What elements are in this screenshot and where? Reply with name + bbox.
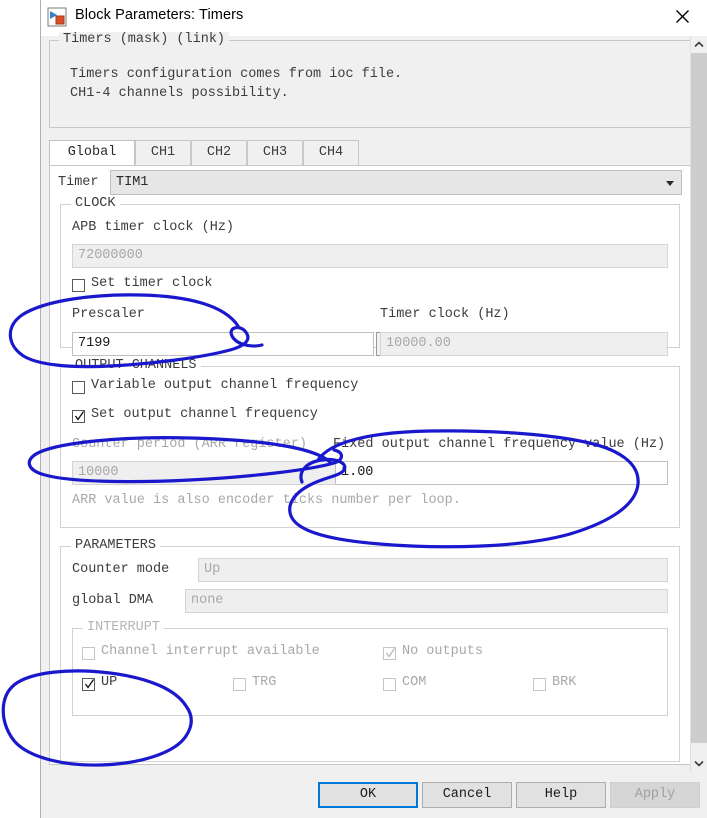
mask-group-legend: Timers (mask) (link) <box>59 32 230 47</box>
simulink-block-icon <box>47 7 67 27</box>
fixed-output-frequency-field[interactable]: 1.00 <box>335 461 668 485</box>
counter-period-label: Counter period (ARR register) <box>72 437 307 452</box>
tab-global[interactable]: Global <box>49 140 135 166</box>
output-channels-legend: OUTPUT CHANNELS <box>71 358 201 373</box>
check-icon <box>74 411 85 421</box>
up-interrupt-label: UP <box>101 675 118 690</box>
dialog-footer: OK Cancel Help Apply <box>41 772 707 818</box>
timer-label: Timer <box>58 175 99 190</box>
timer-select-value: TIM1 <box>116 175 149 190</box>
no-outputs-checkbox <box>383 647 396 660</box>
up-interrupt-checkbox[interactable] <box>82 678 95 691</box>
timer-clock-label: Timer clock (Hz) <box>380 307 510 322</box>
fixed-output-frequency-label: Fixed output channel frequency value (Hz… <box>333 437 666 452</box>
brk-interrupt-checkbox <box>533 678 546 691</box>
clock-group-legend: CLOCK <box>71 196 120 211</box>
mask-description-group: Timers (mask) (link) Timers configuratio… <box>49 32 694 128</box>
set-output-frequency-checkbox[interactable] <box>72 410 85 423</box>
help-button[interactable]: Help <box>516 782 606 808</box>
tab-ch2[interactable]: CH2 <box>191 140 247 166</box>
block-parameters-dialog: Block Parameters: Timers Timers (mask) (… <box>40 0 707 818</box>
tab-ch1[interactable]: CH1 <box>135 140 191 166</box>
close-icon[interactable] <box>661 0 707 34</box>
interrupt-legend: INTERRUPT <box>83 620 164 635</box>
tab-ch3[interactable]: CH3 <box>247 140 303 166</box>
dialog-body: Timers (mask) (link) Timers configuratio… <box>41 32 707 772</box>
set-timer-clock-checkbox[interactable] <box>72 279 85 292</box>
apply-button: Apply <box>610 782 700 808</box>
tab-global-label: Global <box>67 145 117 160</box>
tab-ch3-label: CH3 <box>262 145 288 160</box>
scroll-up-icon[interactable] <box>691 36 707 53</box>
timer-clock-field: 10000.00 <box>380 332 668 356</box>
check-icon <box>84 679 95 689</box>
set-output-frequency-label: Set output channel frequency <box>91 407 318 422</box>
check-icon <box>385 648 396 658</box>
variable-output-frequency-label: Variable output channel frequency <box>91 378 359 393</box>
mask-description-text: Timers configuration comes from ioc file… <box>70 67 403 101</box>
channel-interrupt-available-label: Channel interrupt available <box>101 644 320 659</box>
prescaler-label: Prescaler <box>72 307 145 322</box>
global-dma-label: global DMA <box>72 593 154 608</box>
apb-timer-clock-field: 72000000 <box>72 244 668 268</box>
chevron-down-icon <box>666 181 674 186</box>
arr-hint-text: ARR value is also encoder ticks number p… <box>72 493 461 508</box>
counter-period-field: 10000 <box>72 461 350 485</box>
prescaler-field[interactable]: 7199 <box>72 332 374 356</box>
tab-strip: Global CH1 CH2 CH3 CH4 <box>49 140 694 166</box>
scrollbar-thumb[interactable] <box>691 53 707 743</box>
counter-mode-label: Counter mode <box>72 562 170 577</box>
trg-interrupt-label: TRG <box>252 675 277 690</box>
global-dma-field: none <box>185 589 668 613</box>
scrollbar-track[interactable] <box>691 53 707 755</box>
interrupt-group: INTERRUPT <box>72 620 668 716</box>
tab-ch2-label: CH2 <box>206 145 232 160</box>
ok-button[interactable]: OK <box>318 782 418 808</box>
com-interrupt-label: COM <box>402 675 427 690</box>
tab-ch1-label: CH1 <box>150 145 176 160</box>
no-outputs-label: No outputs <box>402 644 484 659</box>
tab-ch4[interactable]: CH4 <box>303 140 359 166</box>
window-title: Block Parameters: Timers <box>75 7 244 23</box>
variable-output-frequency-checkbox[interactable] <box>72 381 85 394</box>
channel-interrupt-available-checkbox <box>82 647 95 660</box>
counter-mode-field: Up <box>198 558 668 582</box>
tab-ch4-label: CH4 <box>318 145 344 160</box>
brk-interrupt-label: BRK <box>552 675 577 690</box>
cancel-button[interactable]: Cancel <box>422 782 512 808</box>
set-timer-clock-label: Set timer clock <box>91 276 213 291</box>
trg-interrupt-checkbox <box>233 678 246 691</box>
tab-panel-global: Timer TIM1 CLOCK APB timer clock (Hz) 72… <box>49 165 694 765</box>
apb-timer-clock-label: APB timer clock (Hz) <box>72 220 235 235</box>
vertical-scrollbar[interactable] <box>690 36 707 772</box>
title-bar: Block Parameters: Timers <box>41 0 707 36</box>
scroll-down-icon[interactable] <box>691 755 707 772</box>
com-interrupt-checkbox <box>383 678 396 691</box>
parameters-legend: PARAMETERS <box>71 538 161 553</box>
timer-select[interactable]: TIM1 <box>110 170 682 195</box>
